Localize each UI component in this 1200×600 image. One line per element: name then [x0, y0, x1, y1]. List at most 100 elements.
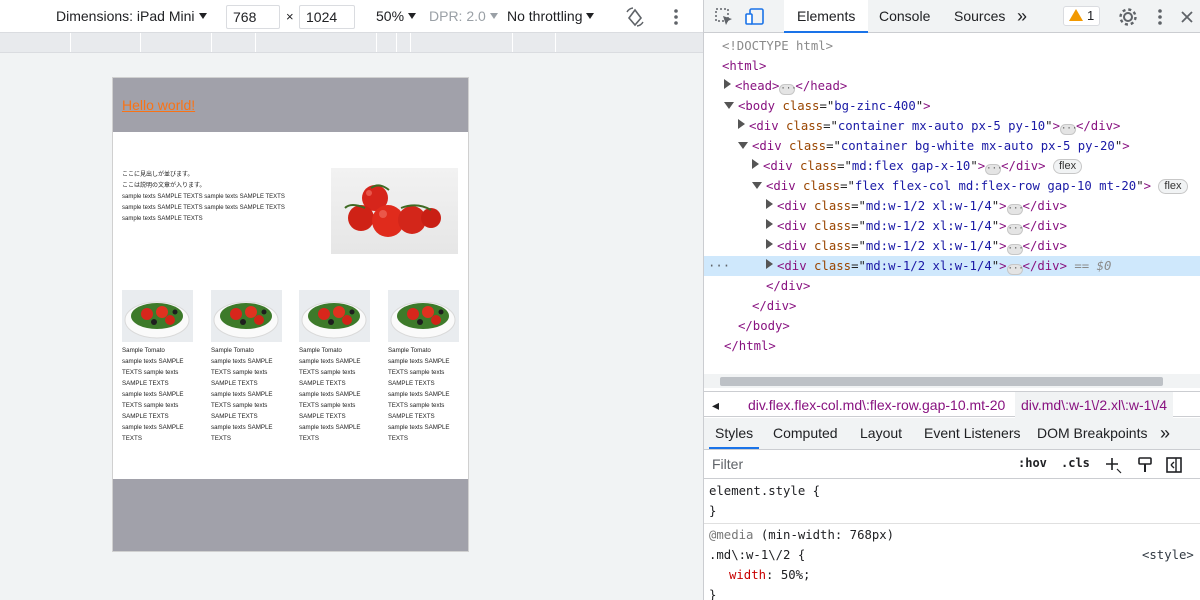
- more-options-icon[interactable]: [1149, 6, 1171, 28]
- tab-sources[interactable]: Sources: [954, 0, 1005, 33]
- rotate-icon[interactable]: [624, 6, 646, 28]
- intro-line: sample texts SAMPLE TEXTS sample texts S…: [122, 194, 285, 200]
- filter-input[interactable]: Filter: [712, 456, 743, 472]
- intro-line: ここは説明の文章が入ります。: [122, 183, 206, 189]
- throttling-dropdown[interactable]: No throttling: [507, 0, 595, 33]
- computed-styles-sidebar-icon[interactable]: [1136, 456, 1154, 474]
- tab-console[interactable]: Console: [879, 0, 930, 33]
- card-text: Sample Tomato sample texts SAMPLE TEXTS sa…: [122, 347, 184, 442]
- devtools-panel: Elements Console Sources » 1 <!DOCTYPE h…: [703, 0, 1200, 600]
- collapse-arrow-icon[interactable]: [738, 142, 748, 149]
- close-icon[interactable]: [1176, 6, 1198, 28]
- intro-line: sample texts SAMPLE TEXTS: [122, 216, 203, 222]
- height-input[interactable]: 1024: [299, 5, 355, 29]
- collapse-arrow-icon[interactable]: [724, 102, 734, 109]
- product-card: Sample Tomato sample texts SAMPLE TEXTS sa…: [388, 290, 459, 444]
- dpr-dropdown[interactable]: DPR: 2.0: [429, 0, 498, 33]
- salad-image: [211, 290, 282, 342]
- product-card: Sample Tomato sample texts SAMPLE TEXTS sa…: [122, 290, 193, 444]
- flex-badge[interactable]: flex: [1052, 159, 1083, 174]
- ellipsis-badge[interactable]: ···: [985, 164, 1002, 175]
- salad-image: [388, 290, 459, 342]
- inspect-element-icon[interactable]: [713, 6, 735, 28]
- media-query-line: @media (min-width: 768px): [709, 528, 895, 542]
- warnings-badge[interactable]: 1: [1063, 6, 1101, 26]
- ellipsis-badge[interactable]: ···: [779, 84, 797, 95]
- breadcrumb-item[interactable]: div.flex.flex-col.md\:flex-row.gap-10.mt…: [748, 392, 1005, 418]
- dom-doctype[interactable]: <!DOCTYPE html>: [722, 36, 833, 56]
- ellipsis-badge[interactable]: ···: [1006, 244, 1024, 255]
- more-tabs-button[interactable]: »: [1017, 0, 1027, 33]
- tab-dom-breakpoints[interactable]: DOM Breakpoints: [1037, 418, 1147, 449]
- hello-world-link[interactable]: Hello world!: [122, 97, 195, 113]
- tab-event-listeners[interactable]: Event Listeners: [924, 418, 1021, 449]
- salad-image: [299, 290, 370, 342]
- dom-col-div-selected[interactable]: ··· <div class="md:w-1/2 xl:w-1/4">···</d…: [704, 256, 1200, 276]
- dom-flex-col[interactable]: <div class="flex flex-col md:flex-row ga…: [752, 176, 1188, 196]
- css-selector[interactable]: .md\:w-1\/2 {: [709, 545, 805, 565]
- expand-arrow-icon[interactable]: [766, 239, 773, 249]
- more-options-icon[interactable]: [668, 8, 684, 26]
- dimensions-dropdown[interactable]: Dimensions: iPad Mini: [56, 0, 207, 33]
- breadcrumb-item-active[interactable]: div.md\:w-1\/2.xl\:w-1\/4: [1015, 392, 1174, 418]
- intro-heading: ここに見出しが並びます。: [122, 172, 194, 178]
- styles-filter-bar: Filter :hov .cls: [704, 451, 1200, 479]
- expand-arrow-icon[interactable]: [766, 219, 773, 229]
- expand-arrow-icon[interactable]: [766, 199, 773, 209]
- dom-col-div[interactable]: <div class="md:w-1/2 xl:w-1/4">···</div>: [766, 196, 1067, 216]
- product-card: Sample Tomato sample texts SAMPLE TEXTS sa…: [299, 290, 370, 444]
- warning-icon: [1069, 9, 1083, 21]
- cls-toggle[interactable]: .cls: [1061, 456, 1090, 470]
- dom-head[interactable]: <head>···</head>: [724, 76, 847, 96]
- chevron-down-icon: [586, 13, 595, 19]
- element-style-rule[interactable]: element.style {: [709, 481, 820, 501]
- collapse-arrow-icon[interactable]: [752, 182, 762, 189]
- ellipsis-badge[interactable]: ···: [1006, 264, 1024, 275]
- dom-body[interactable]: <body class="bg-zinc-400">: [724, 96, 931, 116]
- intro-text: ここに見出しが並びます。 ここは説明の文章が入ります。 sample texts…: [122, 170, 312, 225]
- ellipsis-badge[interactable]: ···: [1059, 124, 1077, 135]
- horizontal-scrollbar[interactable]: [704, 374, 1200, 388]
- times-sign: ×: [286, 9, 294, 24]
- dom-col-div[interactable]: <div class="md:w-1/2 xl:w-1/4">···</div>: [766, 216, 1067, 236]
- ellipsis-badge[interactable]: ···: [1006, 224, 1024, 235]
- media-query-ruler[interactable]: [0, 33, 703, 53]
- tab-computed[interactable]: Computed: [773, 418, 838, 449]
- ellipsis-badge[interactable]: ···: [1006, 204, 1024, 215]
- dom-container-2[interactable]: <div class="container bg-white mx-auto p…: [738, 136, 1130, 156]
- dom-container-1[interactable]: <div class="container mx-auto px-5 py-10…: [738, 116, 1120, 136]
- page-header: Hello world!: [113, 78, 468, 132]
- expand-arrow-icon[interactable]: [738, 119, 745, 129]
- dom-html-close[interactable]: </html>: [724, 336, 776, 356]
- dom-close-div[interactable]: </div>: [752, 296, 796, 316]
- tab-styles[interactable]: Styles: [709, 418, 760, 449]
- device-toolbar-icon[interactable]: [744, 6, 766, 28]
- flex-badge[interactable]: flex: [1158, 179, 1188, 194]
- dom-body-close[interactable]: </body>: [738, 316, 790, 336]
- row-menu-icon[interactable]: ···: [708, 256, 730, 276]
- expand-arrow-icon[interactable]: [752, 159, 759, 169]
- more-subtabs-button[interactable]: »: [1160, 418, 1170, 449]
- css-declaration[interactable]: width: 50%;: [729, 565, 810, 585]
- new-style-rule-icon[interactable]: [1104, 456, 1122, 474]
- breadcrumb-scroll-left[interactable]: ◂: [712, 392, 719, 418]
- style-source-link[interactable]: <style>: [1142, 545, 1194, 565]
- expand-arrow-icon[interactable]: [766, 259, 773, 269]
- tab-layout[interactable]: Layout: [860, 418, 902, 449]
- zoom-dropdown[interactable]: 50%: [376, 0, 417, 33]
- card-text: Sample Tomato sample texts SAMPLE TEXTS sa…: [299, 347, 361, 442]
- settings-gear-icon[interactable]: [1117, 6, 1139, 28]
- dom-html-open[interactable]: <html>: [722, 56, 766, 76]
- expand-arrow-icon[interactable]: [724, 79, 731, 89]
- hov-toggle[interactable]: :hov: [1018, 456, 1047, 470]
- dom-col-div[interactable]: <div class="md:w-1/2 xl:w-1/4">···</div>: [766, 236, 1067, 256]
- devtools-tabbar: Elements Console Sources » 1: [704, 0, 1200, 33]
- device-toolbar: Dimensions: iPad Mini 768 × 1024 50% DPR…: [0, 0, 703, 33]
- width-input[interactable]: 768: [226, 5, 280, 29]
- toggle-sidebar-icon[interactable]: [1165, 456, 1183, 474]
- dom-close-div[interactable]: </div>: [766, 276, 810, 296]
- chevron-down-icon: [489, 13, 498, 19]
- dom-md-flex[interactable]: <div class="md:flex gap-x-10">···</div> …: [752, 156, 1083, 176]
- tab-elements[interactable]: Elements: [784, 0, 869, 33]
- scrollbar-thumb[interactable]: [720, 377, 1163, 386]
